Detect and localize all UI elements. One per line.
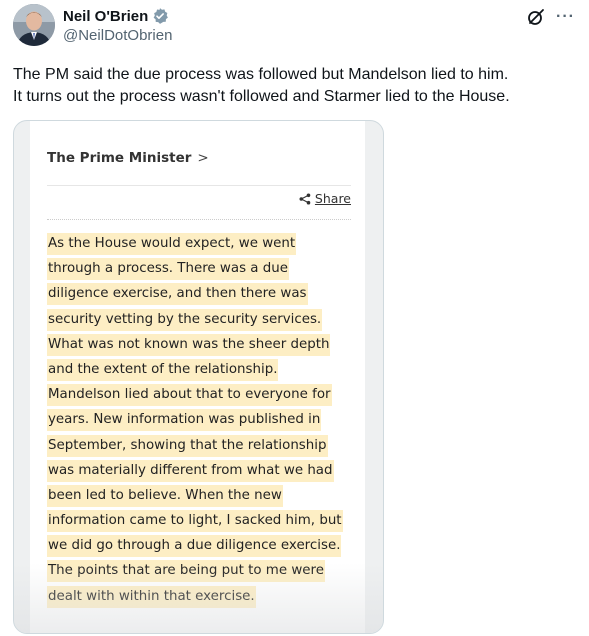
quote-line: diligence exercise, and then there was <box>47 281 357 306</box>
quote-line: through a process. There was a due <box>47 256 357 281</box>
dotted-divider <box>47 219 351 220</box>
quote-line: The points that are being put to me were <box>47 558 357 583</box>
tweet-actions-top: ··· <box>526 7 575 27</box>
tweet: Neil O'Brien @NeilDotObrien ··· The PM s… <box>0 0 589 636</box>
verified-badge-icon <box>151 7 169 25</box>
quote-line: As the House would expect, we went <box>47 231 357 256</box>
divider <box>47 185 351 186</box>
tweet-text-line: It turns out the process wasn't followed… <box>13 88 510 105</box>
quote-line-text: was materially different from what we ha… <box>47 459 334 482</box>
quote-line: information came to light, I sacked him,… <box>47 508 357 533</box>
quote-line: was materially different from what we ha… <box>47 458 357 483</box>
share-link: Share <box>299 191 351 206</box>
quote-line: years. New information was published in <box>47 407 357 432</box>
quote-line-text: dealt with within that exercise. <box>47 585 256 608</box>
quote-line-text: The points that are being put to me were <box>47 560 325 583</box>
quote-line-text: we did go through a due diligence exerci… <box>47 535 342 558</box>
quote-line-text: years. New information was published in <box>47 409 322 432</box>
prime-minister-link: The Prime Minister > <box>47 150 209 166</box>
quote-line-text: Mandelson lied about that to everyone fo… <box>47 384 332 407</box>
share-label: Share <box>314 191 351 206</box>
quote-line: we did go through a due diligence exerci… <box>47 533 357 558</box>
prime-minister-label: The Prime Minister <box>47 150 192 166</box>
share-icon <box>299 193 311 205</box>
screenshot-page: The Prime Minister > Share As the House w… <box>30 121 365 633</box>
tweet-text-line: The PM said the due process was followed… <box>13 66 509 83</box>
quote-line: What was not known was the sheer depth <box>47 332 357 357</box>
tweet-text: The PM said the due process was followed… <box>13 64 579 108</box>
quote-line: Mandelson lied about that to everyone fo… <box>47 382 357 407</box>
quote-line-text: As the House would expect, we went <box>47 233 297 255</box>
quote-line: and the extent of the relationship. <box>47 357 357 382</box>
avatar-photo <box>13 4 55 46</box>
quote-line-text: information came to light, I sacked him,… <box>47 510 343 533</box>
more-icon[interactable]: ··· <box>556 7 575 27</box>
quote-line-text: September, showing that the relationship <box>47 434 328 457</box>
quote-line: dealt with within that exercise. <box>47 584 357 609</box>
avatar[interactable] <box>13 4 55 46</box>
quote-line-text: diligence exercise, and then there was <box>47 283 308 306</box>
author-name[interactable]: Neil O'Brien <box>63 8 148 25</box>
grok-icon[interactable] <box>526 7 546 27</box>
quote-line-text: and the extent of the relationship. <box>47 358 279 381</box>
media-image[interactable]: The Prime Minister > Share As the House w… <box>13 120 384 634</box>
quote-line: security vetting by the security service… <box>47 307 357 332</box>
name-row: Neil O'Brien <box>63 6 172 26</box>
quote-line-text: been led to believe. When the new <box>47 484 283 507</box>
quote-line: September, showing that the relationship <box>47 433 357 458</box>
quote-line: been led to believe. When the new <box>47 483 357 508</box>
quote-line-text: security vetting by the security service… <box>47 308 323 331</box>
chevron-right-icon: > <box>197 150 209 166</box>
quote-line-text: through a process. There was a due <box>47 258 289 281</box>
author-handle[interactable]: @NeilDotObrien <box>63 27 172 44</box>
highlighted-quote: As the House would expect, we went throug… <box>47 231 357 609</box>
quote-line-text: What was not known was the sheer depth <box>47 333 331 356</box>
tweet-header: Neil O'Brien @NeilDotObrien <box>63 6 172 45</box>
